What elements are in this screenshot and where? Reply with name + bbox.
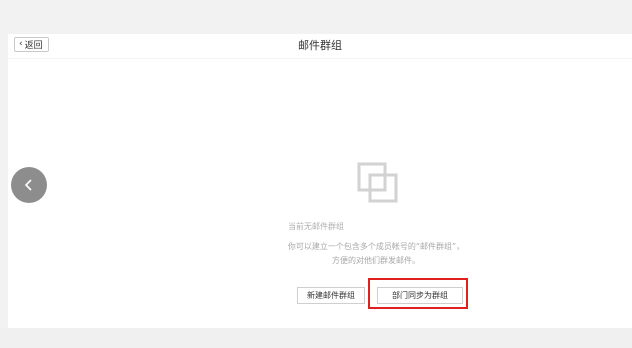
empty-state-title: 当前无邮件群组 xyxy=(288,222,344,231)
bottom-strip xyxy=(0,328,632,348)
page-header: ‹ 返回 邮件群组 xyxy=(8,34,632,58)
stacked-squares-icon xyxy=(357,162,398,203)
chevron-left-icon xyxy=(24,179,32,191)
empty-state-description-line1: 你可以建立一个包含多个成员帐号的“邮件群组”， xyxy=(287,242,465,251)
sync-department-button[interactable]: 部门同步为群组 xyxy=(377,287,463,304)
new-mail-group-button[interactable]: 新建邮件群组 xyxy=(297,287,365,304)
left-gutter xyxy=(0,34,8,328)
empty-state-description-line2: 方便的对他们群发邮件。 xyxy=(332,256,420,265)
previous-nav-button[interactable] xyxy=(11,167,47,203)
top-strip xyxy=(0,0,632,34)
empty-state-description: 你可以建立一个包含多个成员帐号的“邮件群组”， 方便的对他们群发邮件。 xyxy=(0,240,632,268)
page-title: 邮件群组 xyxy=(298,39,342,52)
